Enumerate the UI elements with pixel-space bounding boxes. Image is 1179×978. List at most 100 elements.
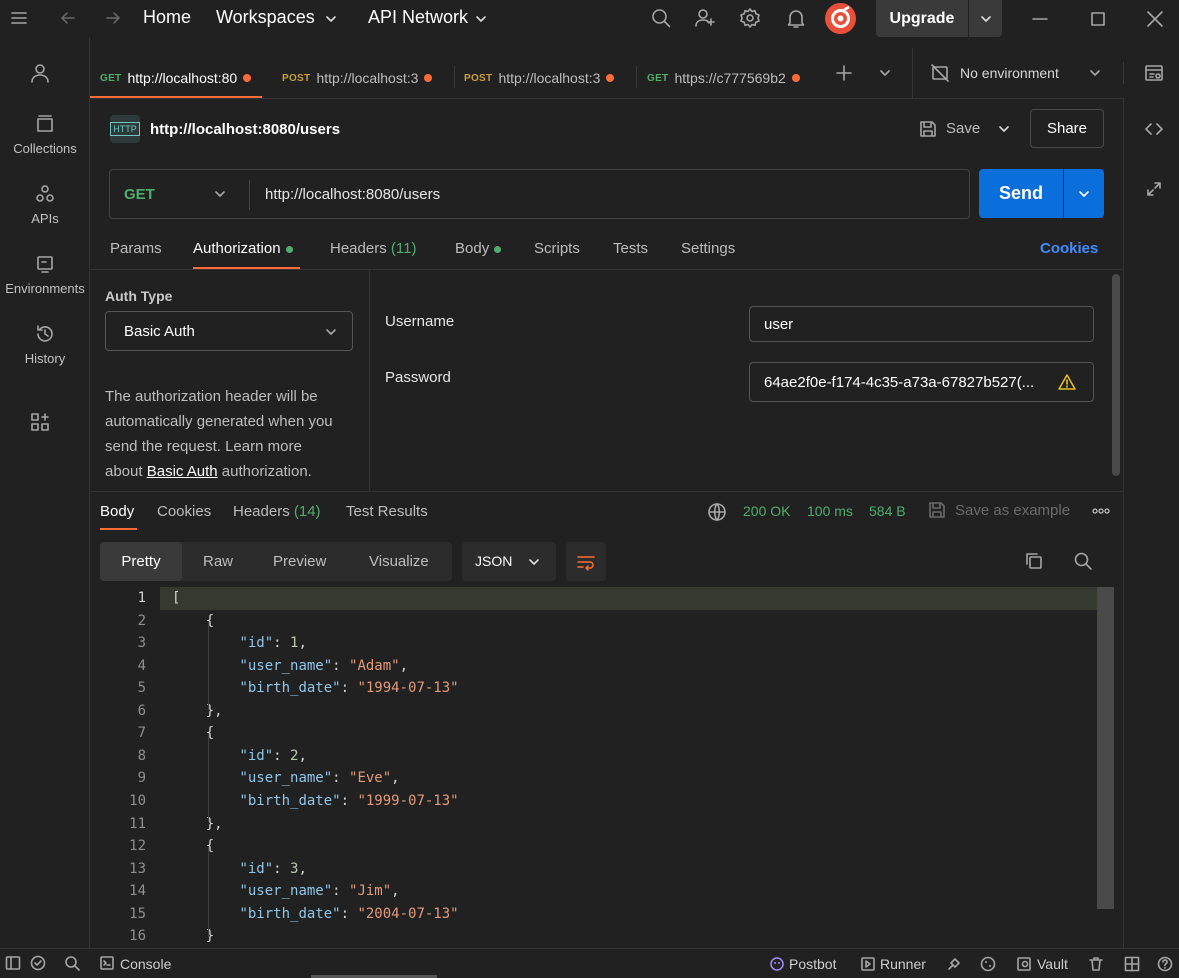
save-icon[interactable] — [918, 119, 938, 139]
minimize-window-icon[interactable] — [1030, 9, 1050, 29]
status-code[interactable]: 200 OK — [743, 503, 790, 519]
settings-gear-icon[interactable] — [739, 7, 761, 29]
view-preview-button[interactable]: Preview — [273, 553, 326, 570]
toggle-sidebar-icon[interactable] — [5, 955, 21, 971]
tab-scripts[interactable]: Scripts — [534, 240, 580, 257]
sync-status-check-icon[interactable] — [30, 955, 46, 971]
sidebar-item-collections[interactable]: Collections — [0, 113, 90, 156]
code-line: "user_name": "Eve", — [239, 770, 400, 786]
auth-type-select[interactable]: Basic Auth — [105, 311, 353, 351]
tab-request-1[interactable]: GET http://localhost:80 — [100, 58, 252, 98]
more-options-icon[interactable] — [1091, 504, 1111, 518]
workspace-user-icon[interactable] — [29, 62, 51, 84]
response-time[interactable]: 100 ms — [807, 503, 853, 519]
auth-panel-scrollbar[interactable] — [1112, 274, 1120, 476]
sidebar-item-environments[interactable]: Environments — [0, 253, 90, 296]
find-icon[interactable] — [64, 955, 80, 971]
save-options-chevron-icon[interactable] — [997, 122, 1011, 136]
nav-api-network[interactable]: API Network — [368, 7, 468, 28]
response-tab-headers[interactable]: Headers (14) — [233, 503, 321, 520]
environment-selector[interactable]: No environment — [960, 65, 1059, 81]
tab-authorization[interactable]: Authorization — [193, 240, 293, 257]
editor-scrollbar[interactable] — [1097, 587, 1114, 909]
tab-request-2[interactable]: POST http://localhost:3 — [282, 58, 433, 98]
cookies-link[interactable]: Cookies — [1040, 240, 1098, 257]
username-input[interactable]: user — [749, 306, 1094, 342]
two-pane-layout-icon[interactable] — [1124, 956, 1140, 972]
password-input[interactable]: 64ae2f0e-f174-4c35-a73a-67827b527(... — [749, 362, 1094, 402]
back-arrow-icon[interactable] — [58, 8, 78, 28]
close-window-icon[interactable] — [1145, 9, 1165, 29]
runner-button[interactable]: Runner — [880, 956, 926, 972]
user-avatar[interactable] — [825, 3, 856, 34]
response-tab-test-results[interactable]: Test Results — [346, 503, 428, 520]
api-network-chevron-down-icon[interactable] — [474, 12, 488, 26]
postbot-button[interactable]: Postbot — [789, 956, 836, 972]
response-size[interactable]: 584 B — [869, 503, 906, 519]
workspaces-chevron-down-icon[interactable] — [324, 12, 338, 26]
right-rail-divider — [1123, 98, 1124, 948]
basic-auth-learn-link[interactable]: Basic Auth — [147, 463, 218, 480]
nav-workspaces[interactable]: Workspaces — [216, 7, 315, 28]
help-icon[interactable] — [1157, 956, 1173, 972]
notifications-bell-icon[interactable] — [785, 7, 807, 29]
view-visualize-button[interactable]: Visualize — [369, 553, 429, 570]
save-button[interactable]: Save — [946, 120, 980, 137]
maximize-window-icon[interactable] — [1088, 9, 1108, 29]
tab-tests[interactable]: Tests — [613, 240, 648, 257]
view-raw-button[interactable]: Raw — [203, 553, 233, 570]
search-icon[interactable] — [650, 7, 672, 29]
view-mode-segment: Pretty Raw Preview Visualize — [100, 542, 452, 581]
url-input[interactable]: http://localhost:8080/users — [265, 186, 440, 203]
divider — [249, 180, 250, 210]
warning-icon[interactable] — [1058, 373, 1076, 391]
format-select[interactable]: JSON — [462, 542, 556, 581]
sidebar-item-apis[interactable]: APIs — [0, 183, 90, 226]
format-value: JSON — [475, 553, 513, 569]
tabs-overflow-chevron-icon[interactable] — [878, 66, 892, 80]
sidebar-item-history[interactable]: History — [0, 323, 90, 366]
method-chevron-down-icon[interactable] — [213, 187, 227, 201]
wrap-lines-icon[interactable] — [566, 542, 606, 581]
new-tab-plus-icon[interactable] — [834, 63, 854, 83]
response-tab-body[interactable]: Body — [100, 503, 134, 520]
upgrade-chevron-down-icon[interactable] — [969, 0, 1002, 37]
save-as-example-button[interactable]: Save as example — [955, 502, 1070, 519]
request-title[interactable]: http://localhost:8080/users — [150, 121, 340, 138]
panel-divider[interactable] — [90, 491, 1123, 492]
tab-headers[interactable]: Headers (11) — [330, 240, 416, 257]
share-button[interactable]: Share — [1030, 109, 1104, 148]
postbot-icon — [769, 956, 785, 972]
tab-request-4[interactable]: GET https://c777569b2 — [647, 58, 800, 98]
send-button[interactable]: Send — [979, 169, 1063, 218]
capture-requests-icon[interactable] — [946, 956, 962, 972]
environment-quick-look-icon[interactable] — [1144, 63, 1164, 83]
hamburger-menu-icon[interactable] — [10, 9, 28, 27]
search-response-icon[interactable] — [1073, 551, 1093, 571]
trash-icon[interactable] — [1088, 956, 1104, 972]
invite-user-icon[interactable] — [694, 7, 716, 29]
cookies-icon[interactable] — [980, 956, 996, 972]
response-tab-headers-label: Headers — [233, 503, 290, 520]
method-select[interactable]: GET — [124, 186, 155, 203]
tab-params[interactable]: Params — [110, 240, 162, 257]
tab-body[interactable]: Body — [455, 240, 502, 257]
code-snippet-icon[interactable] — [1144, 119, 1164, 139]
vault-button[interactable]: Vault — [1037, 956, 1068, 972]
send-options-chevron-icon[interactable] — [1064, 169, 1104, 218]
tab-settings[interactable]: Settings — [681, 240, 735, 257]
unsaved-dot — [243, 74, 252, 82]
console-button[interactable]: Console — [120, 956, 171, 972]
forward-arrow-icon[interactable] — [103, 8, 123, 28]
nav-home[interactable]: Home — [143, 7, 191, 28]
environment-chevron-down-icon[interactable] — [1088, 66, 1102, 80]
view-pretty-button[interactable]: Pretty — [100, 542, 182, 581]
divider — [1123, 62, 1124, 84]
configure-sidebar-grid-icon[interactable] — [30, 412, 50, 432]
upgrade-button[interactable]: Upgrade — [876, 0, 968, 37]
response-tab-cookies[interactable]: Cookies — [157, 503, 211, 520]
related-collapse-icon[interactable] — [1145, 180, 1163, 198]
network-globe-icon[interactable] — [707, 502, 727, 522]
tab-request-3[interactable]: POST http://localhost:3 — [464, 58, 615, 98]
copy-icon[interactable] — [1024, 551, 1044, 571]
